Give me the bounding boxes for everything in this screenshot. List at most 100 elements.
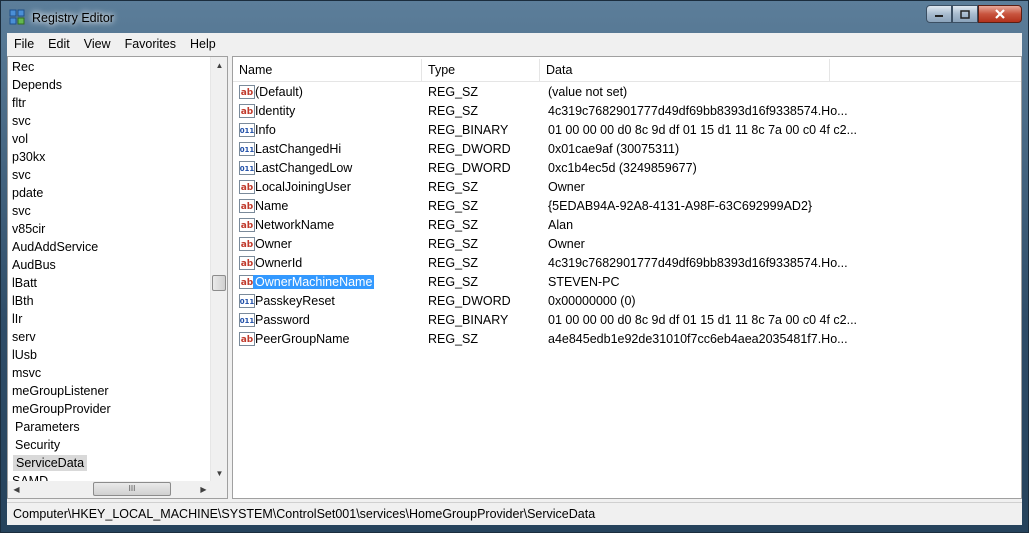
- value-row[interactable]: 011 PasskeyReset REG_DWORD 0x00000000 (0): [233, 292, 933, 311]
- string-value-icon: ab: [239, 199, 255, 213]
- svg-text:ab: ab: [241, 107, 254, 117]
- tree-item[interactable]: serv: [10, 328, 38, 346]
- scroll-down-arrow-icon[interactable]: ▼: [211, 465, 227, 482]
- column-header-type[interactable]: Type: [422, 59, 540, 81]
- tree-item[interactable]: fltr: [10, 94, 28, 112]
- close-button[interactable]: [978, 5, 1022, 23]
- value-type: REG_SZ: [428, 104, 479, 118]
- value-name: OwnerMachineName: [253, 273, 375, 292]
- column-header-name[interactable]: Name: [233, 59, 422, 81]
- value-row[interactable]: ab OwnerMachineName REG_SZ STEVEN-PC: [233, 273, 933, 292]
- value-data: {5EDAB94A-92A8-4131-A98F-63C692999AD2}: [548, 199, 813, 213]
- tree-item-label: msvc: [12, 366, 42, 380]
- tree-horizontal-scroll-thumb[interactable]: III: [93, 482, 171, 496]
- tree-item[interactable]: Depends: [10, 76, 64, 94]
- string-value-icon: ab: [239, 85, 255, 99]
- svg-text:011: 011: [240, 127, 255, 135]
- tree-item[interactable]: Security: [13, 436, 62, 454]
- value-name: Password: [255, 311, 310, 330]
- binary-value-icon: 011: [239, 294, 255, 308]
- tree-item-label: ServiceData: [13, 455, 88, 471]
- value-name-text: Owner: [255, 237, 292, 251]
- tree-item[interactable]: lUsb: [10, 346, 39, 364]
- tree-horizontal-scrollbar[interactable]: ◀ III ▶: [8, 481, 212, 498]
- tree-item[interactable]: meGroupProvider: [10, 400, 113, 418]
- value-row[interactable]: ab Owner REG_SZ Owner: [233, 235, 933, 254]
- value-row[interactable]: ab Identity REG_SZ 4c319c7682901777d49df69b…: [233, 102, 933, 121]
- menu-help[interactable]: Help: [183, 37, 223, 51]
- svg-text:ab: ab: [241, 183, 254, 193]
- value-name-text: Identity: [255, 104, 296, 118]
- menu-view[interactable]: View: [77, 37, 118, 51]
- tree-item[interactable]: Rec: [10, 58, 36, 76]
- menu-file[interactable]: File: [7, 37, 41, 51]
- close-icon: [995, 9, 1005, 19]
- scroll-up-arrow-icon[interactable]: ▲: [211, 57, 227, 74]
- value-name-text: Info: [255, 123, 276, 137]
- value-row[interactable]: ab NetworkName REG_SZ Alan: [233, 216, 933, 235]
- value-row[interactable]: 011 Password REG_BINARY 01 00 00 00 d0 8c 9…: [233, 311, 933, 330]
- value-data: Owner: [548, 237, 585, 251]
- tree-item[interactable]: AudBus: [10, 256, 58, 274]
- tree-item-label: svc: [12, 204, 31, 218]
- tree-item-label: pdate: [12, 186, 44, 200]
- value-row[interactable]: ab OwnerId REG_SZ 4c319c7682901777d49df69bb…: [233, 254, 933, 273]
- string-value-icon: ab: [239, 332, 255, 346]
- value-row[interactable]: ab LocalJoiningUser REG_SZ Owner: [233, 178, 933, 197]
- menu-edit[interactable]: Edit: [41, 37, 77, 51]
- value-name-text: LocalJoiningUser: [255, 180, 351, 194]
- tree-item-label: AudBus: [12, 258, 56, 272]
- tree-item-label: svc: [12, 168, 31, 182]
- tree-vertical-scrollbar[interactable]: ▲ ▼: [210, 57, 227, 482]
- value-data: STEVEN-PC: [548, 275, 620, 289]
- value-row[interactable]: ab Name REG_SZ {5EDAB94A-92A8-4131-A98F-63C…: [233, 197, 933, 216]
- title-bar[interactable]: Registry Editor: [1, 1, 1028, 33]
- tree-item[interactable]: lBatt: [10, 274, 39, 292]
- value-data: Alan: [548, 218, 574, 232]
- tree-item[interactable]: Parameters: [13, 418, 82, 436]
- value-row[interactable]: ab PeerGroupName REG_SZ a4e845edb1e92de3101…: [233, 330, 933, 349]
- svg-text:ab: ab: [241, 221, 254, 231]
- column-header-data[interactable]: Data: [540, 59, 830, 81]
- tree-item[interactable]: v85cir: [10, 220, 47, 238]
- value-name-text: (Default): [255, 85, 303, 99]
- tree-item[interactable]: svc: [10, 166, 33, 184]
- tree-item[interactable]: svc: [10, 202, 33, 220]
- tree-item[interactable]: svc: [10, 112, 33, 130]
- tree-item[interactable]: AudAddService: [10, 238, 100, 256]
- value-data: 4c319c7682901777d49df69bb8393d16f9338574…: [548, 256, 848, 270]
- value-type: REG_SZ: [428, 85, 479, 99]
- scroll-left-arrow-icon[interactable]: ◀: [8, 481, 25, 498]
- tree-item[interactable]: lBth: [10, 292, 36, 310]
- tree-item[interactable]: p30kx: [10, 148, 47, 166]
- value-data: (value not set): [548, 85, 628, 99]
- value-data: 0x01cae9af (30075311): [548, 142, 680, 156]
- tree-item[interactable]: vol: [10, 130, 30, 148]
- svg-text:011: 011: [240, 146, 255, 154]
- value-type: REG_SZ: [428, 256, 479, 270]
- maximize-button[interactable]: [952, 5, 978, 23]
- tree-item-label: meGroupListener: [12, 384, 109, 398]
- value-name: LastChangedLow: [255, 159, 352, 178]
- value-name-text: LastChangedHi: [255, 142, 342, 156]
- tree-item-label: Rec: [12, 60, 35, 74]
- tree-item[interactable]: ServiceData: [13, 454, 88, 472]
- tree-item[interactable]: meGroupListener: [10, 382, 111, 400]
- value-row[interactable]: 011 Info REG_BINARY 01 00 00 00 d0 8c 9d df…: [233, 121, 933, 140]
- value-row[interactable]: 011 LastChangedLow REG_DWORD 0xc1b4ec5d (32…: [233, 159, 933, 178]
- menu-favorites[interactable]: Favorites: [118, 37, 183, 51]
- tree-item[interactable]: msvc: [10, 364, 43, 382]
- registry-editor-app-icon: [9, 9, 25, 25]
- tree-vertical-scroll-thumb[interactable]: [212, 275, 226, 291]
- value-row[interactable]: ab (Default) REG_SZ (value not set): [233, 83, 933, 102]
- svg-text:ab: ab: [241, 335, 254, 345]
- value-type: REG_SZ: [428, 180, 479, 194]
- value-data: 4c319c7682901777d49df69bb8393d16f9338574…: [548, 104, 848, 118]
- minimize-button[interactable]: [926, 5, 952, 23]
- value-name: LocalJoiningUser: [255, 178, 351, 197]
- value-name: OwnerId: [255, 254, 302, 273]
- value-row[interactable]: 011 LastChangedHi REG_DWORD 0x01cae9af (300…: [233, 140, 933, 159]
- tree-item[interactable]: pdate: [10, 184, 45, 202]
- binary-value-icon: 011: [239, 142, 255, 156]
- tree-item[interactable]: lIr: [10, 310, 24, 328]
